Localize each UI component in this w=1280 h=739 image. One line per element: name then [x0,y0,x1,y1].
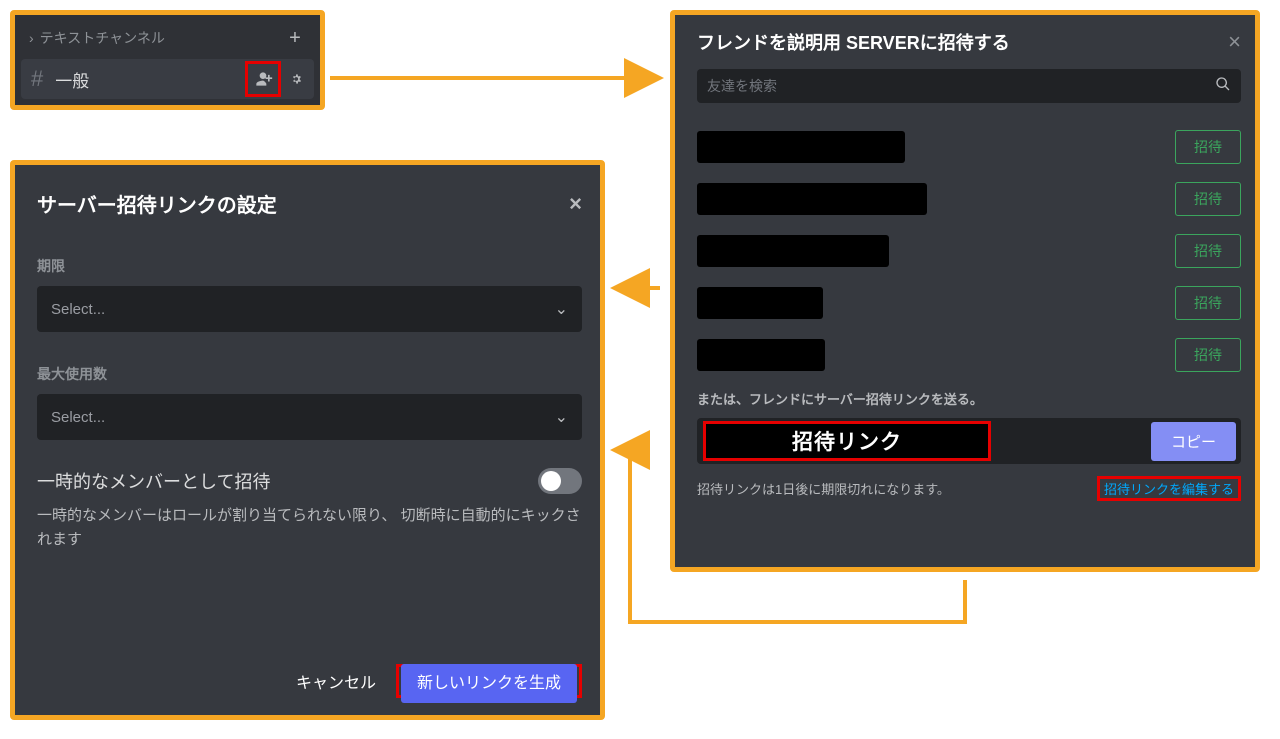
expiry-select-placeholder: Select... [51,301,105,318]
channel-row[interactable]: # 一般 [21,59,314,99]
channel-list-panel: › テキストチャンネル + # 一般 [10,10,325,110]
invite-button[interactable]: 招待 [1175,182,1241,216]
max-uses-select[interactable]: Select... ⌄ [37,394,582,440]
friend-name-redacted [697,287,823,319]
caret-icon: › [29,30,34,46]
friend-name-redacted [697,183,927,215]
create-invite-icon[interactable] [245,61,281,97]
chevron-down-icon: ⌄ [555,407,568,427]
channel-category-row[interactable]: › テキストチャンネル + [19,21,316,59]
invite-link-settings-modal: サーバー招待リンクの設定 × 期限 Select... ⌄ 最大使用数 Sele… [10,160,605,720]
close-icon[interactable]: × [1228,29,1241,55]
friend-search-input[interactable] [707,78,1215,94]
person-plus-icon [253,69,273,89]
friend-row: 招待 [697,173,1241,225]
friend-name-redacted [697,339,825,371]
friend-name-redacted [697,131,905,163]
chevron-down-icon: ⌄ [555,299,568,319]
invite-button[interactable]: 招待 [1175,286,1241,320]
friend-search[interactable] [697,69,1241,103]
edit-link-highlight: 招待リンクを編集する [1097,476,1241,501]
edit-invite-link[interactable]: 招待リンクを編集する [1104,482,1234,497]
temp-members-description: 一時的なメンバーはロールが割り当てられない限り、 切断時に自動的にキックされます [37,504,582,552]
friend-row: 招待 [697,121,1241,173]
close-icon[interactable]: × [569,191,582,217]
generate-link-highlight: 新しいリンクを生成 [396,664,582,698]
friend-row: 招待 [697,225,1241,277]
toggle-knob [541,471,561,491]
hash-icon: # [31,66,43,92]
friend-name-redacted [697,235,889,267]
expiry-label: 期限 [37,256,582,276]
channel-category-label: テキストチャンネル [40,28,282,48]
gear-icon [285,70,303,88]
cancel-button[interactable]: キャンセル [290,661,382,701]
invite-link-highlight: 招待リンク [703,421,991,461]
invite-link-row: 招待リンク コピー [697,418,1241,464]
channel-settings-icon[interactable] [281,66,307,92]
add-channel-icon[interactable]: + [282,25,308,51]
invite-button[interactable]: 招待 [1175,130,1241,164]
invite-button[interactable]: 招待 [1175,234,1241,268]
invite-button[interactable]: 招待 [1175,338,1241,372]
or-send-link-label: または、フレンドにサーバー招待リンクを送る。 [697,389,1241,408]
friend-row: 招待 [697,329,1241,381]
search-icon [1215,76,1231,97]
channel-name: 一般 [55,67,245,92]
settings-title: サーバー招待リンクの設定 [37,189,277,218]
invite-friends-modal: フレンドを説明用 SERVERに招待する × 招待招待招待招待招待 または、フレ… [670,10,1260,572]
copy-button[interactable]: コピー [1151,422,1236,461]
max-uses-label: 最大使用数 [37,364,582,384]
generate-link-button[interactable]: 新しいリンクを生成 [401,664,577,703]
invite-modal-title: フレンドを説明用 SERVERに招待する [697,29,1010,55]
friend-list: 招待招待招待招待招待 [697,121,1241,381]
expiry-note: 招待リンクは1日後に期限切れになります。 [697,479,950,498]
max-uses-select-placeholder: Select... [51,409,105,426]
expiry-select[interactable]: Select... ⌄ [37,286,582,332]
invite-link-value[interactable]: 招待リンク [706,424,988,458]
friend-row: 招待 [697,277,1241,329]
temp-members-label: 一時的なメンバーとして招待 [37,468,270,494]
temp-members-toggle[interactable] [538,468,582,494]
